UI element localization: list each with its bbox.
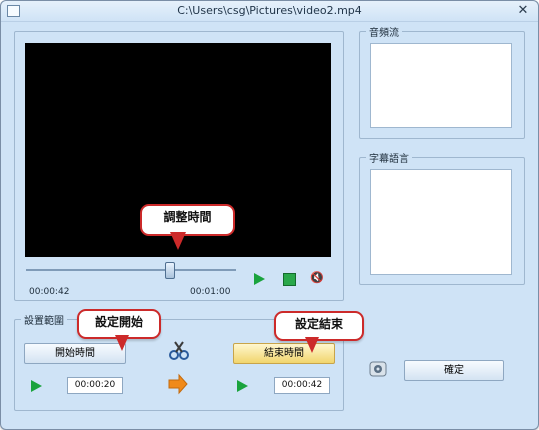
time-slider-thumb[interactable] — [165, 262, 175, 279]
time-slider-track[interactable] — [26, 269, 236, 271]
preview-start-play-icon[interactable] — [31, 380, 42, 392]
callout-set-start-tail — [115, 335, 129, 351]
play-icon[interactable] — [254, 273, 265, 285]
drive-icon[interactable] — [367, 358, 389, 380]
total-time: 00:01:00 — [190, 287, 231, 297]
end-time-field[interactable]: 00:00:42 — [274, 377, 330, 394]
current-time: 00:00:42 — [29, 287, 70, 297]
end-time-button[interactable]: 結束時間 — [233, 343, 335, 364]
audio-stream-list[interactable] — [370, 43, 512, 128]
callout-adjust-time-tail — [170, 232, 186, 250]
subtitle-language-title: 字幕語言 — [366, 150, 412, 165]
callout-set-end: 設定結束 — [274, 311, 364, 341]
window-title: C:\Users\csg\Pictures\video2.mp4 — [177, 4, 362, 17]
start-time-button[interactable]: 開始時間 — [24, 343, 126, 364]
title-bar: C:\Users\csg\Pictures\video2.mp4 ✕ — [1, 1, 538, 22]
callout-adjust-time: 調整時間 — [140, 204, 235, 236]
range-group-title: 設置範圍 — [21, 312, 67, 327]
video-range-dialog: C:\Users\csg\Pictures\video2.mp4 ✕ 00:00… — [0, 0, 539, 430]
ok-button[interactable]: 確定 — [404, 360, 504, 381]
preview-end-play-icon[interactable] — [237, 380, 248, 392]
scissors-icon[interactable] — [168, 339, 190, 361]
arrow-right-icon — [167, 373, 189, 395]
close-icon[interactable]: ✕ — [515, 3, 531, 19]
audio-stream-title: 音頻流 — [366, 24, 402, 39]
start-time-field[interactable]: 00:00:20 — [67, 377, 123, 394]
stop-icon[interactable] — [283, 273, 296, 286]
mute-icon[interactable]: 🔇 — [310, 271, 324, 284]
callout-set-end-tail — [305, 337, 319, 353]
subtitle-language-list[interactable] — [370, 169, 512, 275]
